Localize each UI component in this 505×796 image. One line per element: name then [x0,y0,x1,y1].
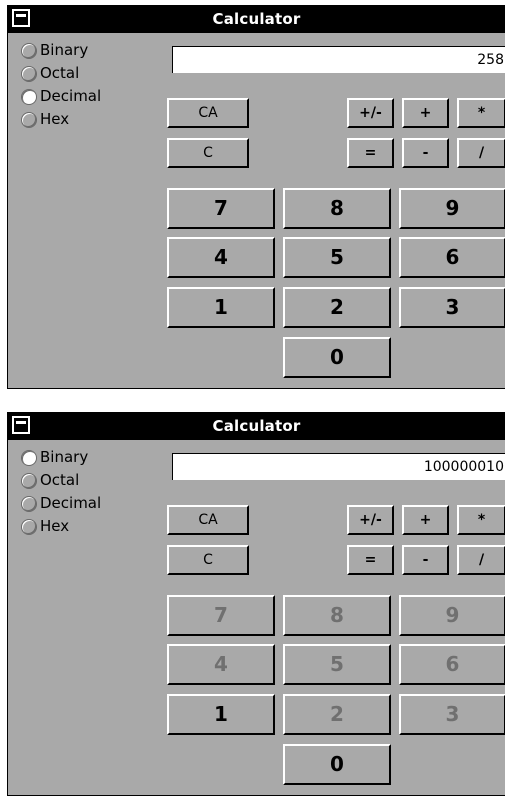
digit-1-button[interactable]: 1 [167,694,275,735]
digit-2-button: 2 [283,694,391,735]
clear-all-button[interactable]: CA [167,98,249,128]
clear-button[interactable]: C [167,138,249,168]
digit-0-button[interactable]: 0 [283,337,391,378]
minus-button[interactable]: - [402,138,449,168]
equals-button[interactable]: = [347,545,394,575]
digit-6-button[interactable]: 6 [399,237,505,278]
divide-button[interactable]: / [457,545,505,575]
plus-button[interactable]: + [402,505,449,535]
digit-9-button[interactable]: 9 [399,188,505,229]
multiply-button[interactable]: * [457,505,505,535]
minus-button[interactable]: - [402,545,449,575]
radio-circle-icon[interactable] [21,519,37,535]
digit-8-button: 8 [283,595,391,636]
radio-circle-icon[interactable] [21,66,37,82]
digit-3-button[interactable]: 3 [399,287,505,328]
digit-5-button[interactable]: 5 [283,237,391,278]
radio-label: Decimal [40,87,102,105]
digit-8-button[interactable]: 8 [283,188,391,229]
display-field: 100000010 [172,453,505,480]
radio-label: Binary [40,41,89,59]
calculator-window: Calculator Binary Octal Decimal Hex 258 … [7,5,505,389]
digit-9-button: 9 [399,595,505,636]
equals-button[interactable]: = [347,138,394,168]
radio-label: Hex [40,110,70,128]
title-bar: Calculator [8,5,505,33]
radio-label: Decimal [40,494,102,512]
radio-circle-icon[interactable] [21,89,37,105]
display-field: 258 [172,46,505,73]
radio-label: Binary [40,448,89,466]
radio-label: Octal [40,64,80,82]
digit-2-button[interactable]: 2 [283,287,391,328]
multiply-button[interactable]: * [457,98,505,128]
plus-button[interactable]: + [402,98,449,128]
divide-button[interactable]: / [457,138,505,168]
plus-minus-button[interactable]: +/- [347,98,394,128]
digit-3-button: 3 [399,694,505,735]
clear-button[interactable]: C [167,545,249,575]
radio-circle-icon[interactable] [21,43,37,59]
radio-label: Hex [40,517,70,535]
radio-label: Octal [40,471,80,489]
radio-circle-icon[interactable] [21,473,37,489]
digit-4-button: 4 [167,644,275,685]
digit-1-button[interactable]: 1 [167,287,275,328]
clear-all-button[interactable]: CA [167,505,249,535]
radio-circle-icon[interactable] [21,496,37,512]
plus-minus-button[interactable]: +/- [347,505,394,535]
digit-7-button[interactable]: 7 [167,188,275,229]
window-title: Calculator [212,10,301,28]
calculator-window: Calculator Binary Octal Decimal Hex 1000… [7,412,505,796]
title-bar: Calculator [8,412,505,440]
window-title: Calculator [212,417,301,435]
radio-circle-icon[interactable] [21,112,37,128]
digit-7-button: 7 [167,595,275,636]
digit-5-button: 5 [283,644,391,685]
digit-6-button: 6 [399,644,505,685]
radio-circle-icon[interactable] [21,450,37,466]
digit-4-button[interactable]: 4 [167,237,275,278]
digit-0-button[interactable]: 0 [283,744,391,785]
